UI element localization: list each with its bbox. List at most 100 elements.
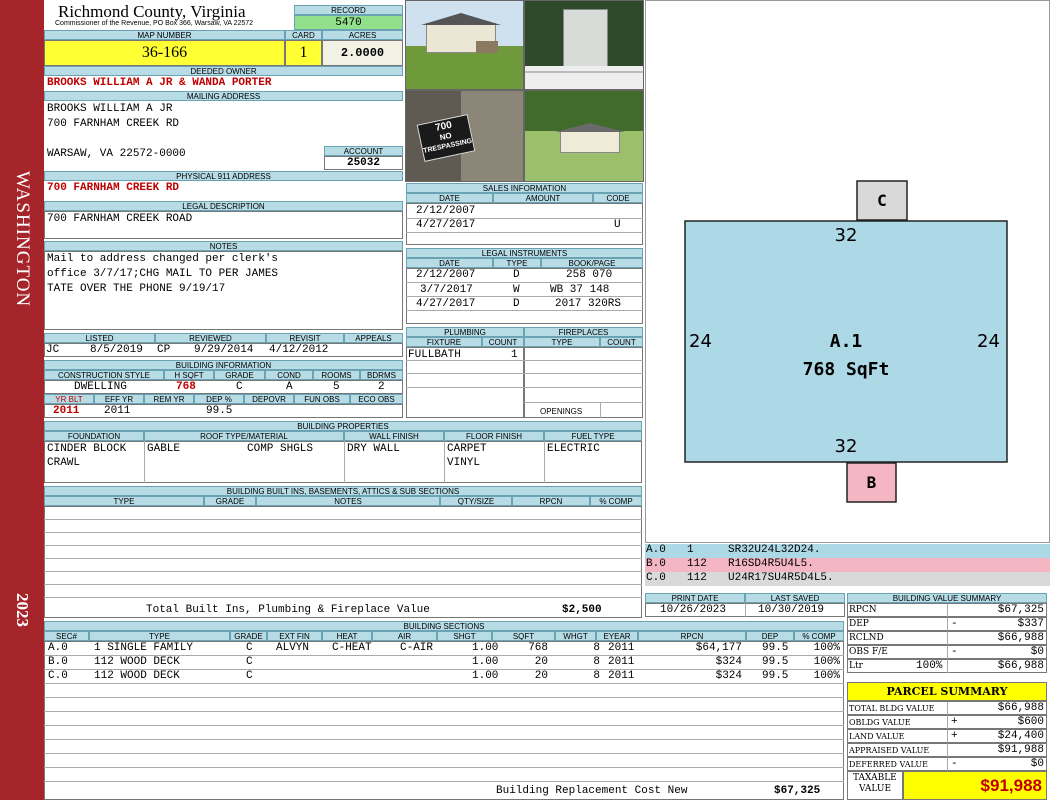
parcel-value: $66,988 [997, 702, 1044, 714]
legal-description: 700 FARNHAM CREEK ROAD [47, 213, 193, 225]
section-row-1-rpcn: $324 [715, 656, 742, 668]
shed-photo [524, 0, 644, 90]
sketch-vector-row: C.0 112 U24R17SU4R5D4L5. [645, 572, 1050, 586]
construction-style: DWELLING [74, 381, 127, 393]
parcel-value: $91,988 [997, 744, 1044, 756]
physical-address-label: PHYSICAL 911 ADDRESS [44, 171, 403, 181]
section-row-2-rpcn: $324 [715, 670, 742, 682]
sales-col-date: DATE [406, 193, 493, 203]
building-sections-label: BUILDING SECTIONS [44, 621, 844, 631]
builtins-label: BUILDING BUILT INS, BASEMENTS, ATTICS & … [44, 486, 642, 496]
li-row-1-date: 2/12/2007 [416, 269, 476, 281]
parcel-value: $24,400 [997, 730, 1044, 742]
sections-col-5: AIR [372, 631, 437, 641]
building-info-label: BUILDING INFORMATION [44, 360, 403, 370]
value-summary-key: Ltr [849, 661, 863, 671]
vector-code: 112 [687, 572, 707, 584]
bi-col-style: CONSTRUCTION STYLE [44, 370, 164, 380]
section-b-label: B [866, 473, 877, 492]
map-label: MAP NUMBER [44, 30, 285, 40]
section-row-0-type: 1 SINGLE FAMILY [94, 642, 194, 654]
section-row-0-whgt: 8 [593, 642, 600, 654]
mailing-line-1: BROOKS WILLIAM A JR [47, 103, 173, 115]
effective-year: 2011 [104, 405, 131, 417]
builtins-table [44, 506, 642, 618]
sales-row-2-code: U [614, 219, 621, 231]
value-summary-sign: 100% [916, 660, 943, 672]
vector-code: 1 [687, 544, 694, 556]
bi-col-remyr: REM YR [144, 394, 194, 404]
fireplaces-label: FIREPLACES [524, 327, 643, 337]
card-label: CARD [285, 30, 322, 40]
record-label: RECORD [294, 5, 403, 15]
 [947, 744, 948, 757]
account-number: 25032 [324, 156, 403, 170]
section-row-0-grade: C [246, 642, 253, 654]
main-section-label: A.1 [829, 331, 863, 352]
fuel-type: ELECTRIC [547, 443, 600, 455]
sales-row-2-date: 4/27/2017 [416, 219, 476, 231]
parcel-key: DEFERRED VALUE [849, 760, 928, 769]
sales-col-code: CODE [593, 193, 643, 203]
listed-by: JC [46, 344, 60, 356]
dim-bottom: 32 [834, 436, 858, 457]
section-row-2-eyear: 2011 [608, 670, 635, 682]
section-row-0-sqft: 768 [528, 642, 548, 654]
sections-col-2: GRADE [230, 631, 267, 641]
value-summary-key: OBS F/E [849, 647, 888, 657]
fixture-label: FIXTURE [406, 337, 482, 347]
sections-col-6: SHGT [437, 631, 492, 641]
vector-path: U24R17SU4R5D4L5. [728, 572, 834, 584]
county-title: Richmond County, Virginia [58, 2, 246, 21]
value-summary-sign: - [951, 646, 958, 658]
parcel-key: APPRAISED VALUE [849, 746, 930, 755]
print-date: 10/26/2023 [660, 604, 727, 616]
section-row-1-dep: 99.5 [762, 656, 789, 668]
parcel-summary-row: APPRAISED VALUE $91,988 [847, 743, 1047, 757]
vector-path: SR32U24L32D24. [728, 544, 821, 556]
acres-value: 2.0000 [322, 40, 403, 66]
sidebar-year: 2023 [13, 593, 32, 627]
parcel-summary-row: DEFERRED VALUE - $0 [847, 757, 1047, 771]
vector-code: 112 [687, 558, 707, 570]
foundation-1: CINDER BLOCK [47, 443, 127, 455]
commissioner-text: Commissioner of the Revenue, PO Box 366,… [55, 20, 254, 27]
mailing-line-3: WARSAW, VA 22572-0000 [47, 148, 186, 160]
mailing-address-label: MAILING ADDRESS [44, 91, 403, 101]
value-summary-row: DEP - $337 [847, 617, 1047, 631]
section-row-0-sec: A.0 [48, 642, 68, 654]
bi-col-rooms: ROOMS [313, 370, 360, 380]
parcel-key: LAND VALUE [849, 732, 905, 741]
roof-type: GABLE [147, 443, 181, 455]
roof-material: COMP SHGLS [247, 443, 314, 455]
sales-label: SALES INFORMATION [406, 183, 643, 193]
bltn-col-notes: NOTES [256, 496, 440, 506]
bi-col-depovr: DEPOVR [244, 394, 294, 404]
wall-finish-label: WALL FINISH [344, 431, 444, 441]
section-c-label: C [877, 191, 887, 210]
value-summary-value: $66,988 [997, 632, 1044, 644]
value-summary-value: $337 [1017, 618, 1044, 630]
dim-right: 24 [977, 331, 1000, 352]
heated-sqft: 768 [176, 381, 196, 393]
legal-description-label: LEGAL DESCRIPTION [44, 201, 403, 211]
acres-label: ACRES [322, 30, 403, 40]
dep-percent: 99.5 [206, 405, 233, 417]
parcel-sign: - [951, 758, 958, 770]
parcel-key: TOTAL BLDG VALUE [849, 704, 935, 713]
taxable-label-2: VALUE [859, 784, 892, 794]
value-summary-row: RCLND $66,988 [847, 631, 1047, 645]
listed-label: LISTED [44, 333, 155, 343]
section-row-0-rpcn: $64,177 [695, 642, 742, 654]
dim-top: 32 [834, 225, 858, 246]
section-row-1-eyear: 2011 [608, 656, 635, 668]
section-row-0-comp: 100% [813, 642, 840, 654]
sections-col-10: RPCN [638, 631, 746, 641]
bltn-col-grade: GRADE [204, 496, 256, 506]
floor-plan-sketch [684, 180, 1008, 503]
last-saved-date: 10/30/2019 [758, 604, 825, 616]
value-summary-row: RPCN $67,325 [847, 603, 1047, 617]
bi-col-yrblt: YR BLT [44, 394, 94, 404]
deeded-owner: BROOKS WILLIAM A JR & WANDA PORTER [47, 77, 272, 89]
foundation-2: CRAWL [47, 457, 81, 469]
